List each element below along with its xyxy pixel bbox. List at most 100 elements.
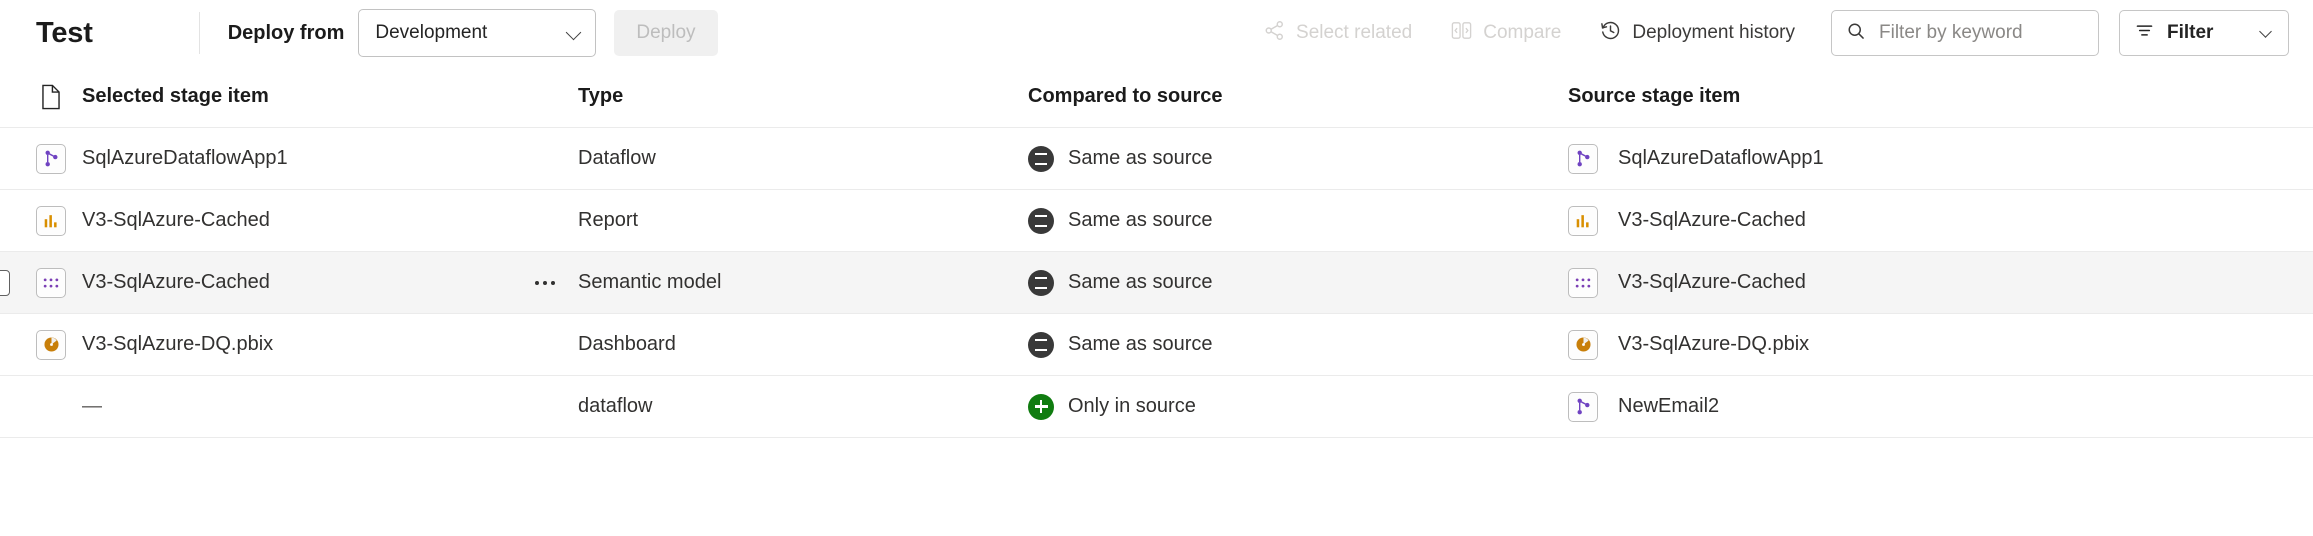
row-item-name: — xyxy=(82,395,510,418)
row-item-icon-cell xyxy=(20,144,82,174)
row-item-icon-cell xyxy=(20,268,82,298)
row-source-name: NewEmail2 xyxy=(1618,395,1719,418)
row-source-cell: NewEmail2 xyxy=(1568,392,2313,422)
row-select-checkbox[interactable] xyxy=(0,270,10,296)
search-box[interactable] xyxy=(1831,10,2099,56)
stage-select-value: Development xyxy=(375,22,566,44)
search-input[interactable] xyxy=(1877,21,2084,45)
table-row[interactable]: —dataflowOnly in sourceNewEmail2 xyxy=(0,376,2313,438)
column-header-name: Selected stage item xyxy=(82,85,269,108)
deployment-history-button[interactable]: Deployment history xyxy=(1587,11,1807,55)
row-item-name: V3-SqlAzure-Cached xyxy=(82,209,510,232)
table-row[interactable]: V3-SqlAzure-DQ.pbix Dashboard Same as sour… xyxy=(0,314,2313,376)
row-item-name: V3-SqlAzure-DQ.pbix xyxy=(82,333,510,356)
row-name-cell: V3-SqlAzure-Cached xyxy=(82,266,578,300)
history-clock-icon xyxy=(1599,19,1622,48)
row-checkbox-cell xyxy=(0,394,20,420)
table-row[interactable]: SqlAzureDataflowApp1 Dataflow Same as sour… xyxy=(0,128,2313,190)
status-equal-icon xyxy=(1028,270,1054,296)
status-add-icon xyxy=(1028,394,1054,420)
dataflow-icon xyxy=(1568,392,1598,422)
row-type-cell: dataflow xyxy=(578,395,1028,418)
row-checkbox-cell xyxy=(0,332,20,358)
select-related-button[interactable]: Select related xyxy=(1251,11,1424,55)
row-status-cell: Same as source xyxy=(1028,270,1568,296)
filter-button[interactable]: Filter xyxy=(2119,10,2289,56)
row-source-cell: V3-SqlAzure-Cached xyxy=(1568,206,2313,236)
chevron-down-icon xyxy=(2259,26,2274,41)
header-type-cell[interactable]: Type xyxy=(578,85,1028,108)
semantic-model-icon xyxy=(36,268,66,298)
row-checkbox-cell xyxy=(0,146,20,172)
report-icon xyxy=(1568,206,1598,236)
deployment-history-label: Deployment history xyxy=(1632,22,1795,44)
row-source-cell: SqlAzureDataflowApp1 xyxy=(1568,144,2313,174)
header-source-cell[interactable]: Source stage item xyxy=(1568,85,2313,108)
status-equal-icon xyxy=(1028,146,1054,172)
filter-label: Filter xyxy=(2167,22,2213,44)
row-status-cell: Same as source xyxy=(1028,332,1568,358)
row-name-cell: SqlAzureDataflowApp1 xyxy=(82,142,578,176)
row-item-type: Dataflow xyxy=(578,147,656,169)
compare-icon xyxy=(1450,19,1473,48)
row-type-cell: Dashboard xyxy=(578,333,1028,356)
row-type-cell: Report xyxy=(578,209,1028,232)
row-item-type: Semantic model xyxy=(578,271,721,293)
status-badge-label: Same as source xyxy=(1068,209,1213,232)
table-row[interactable]: V3-SqlAzure-Cached Report Same as source V3… xyxy=(0,190,2313,252)
header-name-cell[interactable]: Selected stage item xyxy=(82,85,578,108)
row-source-cell: V3-SqlAzure-Cached xyxy=(1568,268,2313,298)
row-item-icon-cell xyxy=(20,330,82,360)
row-name-cell: V3-SqlAzure-Cached xyxy=(82,204,578,238)
row-item-icon-cell xyxy=(20,206,82,236)
header-status-cell[interactable]: Compared to source xyxy=(1028,85,1568,108)
chevron-down-icon xyxy=(566,25,583,42)
status-equal-icon xyxy=(1028,208,1054,234)
table-row[interactable]: V3-SqlAzure-Cached Semantic model Same as … xyxy=(0,252,2313,314)
table-header-row: Selected stage item Type Compared to sou… xyxy=(0,66,2313,128)
row-item-name: V3-SqlAzure-Cached xyxy=(82,271,510,294)
dataflow-icon xyxy=(1568,144,1598,174)
toolbar-divider xyxy=(199,12,200,54)
row-source-name: SqlAzureDataflowApp1 xyxy=(1618,147,1824,170)
row-type-cell: Semantic model xyxy=(578,271,1028,294)
status-badge-label: Same as source xyxy=(1068,147,1213,170)
column-header-source: Source stage item xyxy=(1568,85,1740,108)
row-item-type: Report xyxy=(578,209,638,231)
status-equal-icon xyxy=(1028,332,1054,358)
search-icon xyxy=(1846,21,1866,46)
semantic-model-icon xyxy=(1568,268,1598,298)
row-item-name: SqlAzureDataflowApp1 xyxy=(82,147,510,170)
row-checkbox-cell xyxy=(0,208,20,234)
report-icon xyxy=(36,206,66,236)
row-more-actions-button[interactable] xyxy=(528,266,562,300)
header-icon-cell xyxy=(20,84,82,110)
row-status-cell: Same as source xyxy=(1028,208,1568,234)
row-type-cell: Dataflow xyxy=(578,147,1028,170)
filter-lines-icon xyxy=(2134,20,2155,46)
row-name-cell: — xyxy=(82,390,578,424)
dataflow-icon xyxy=(36,144,66,174)
select-related-label: Select related xyxy=(1296,22,1412,44)
row-source-name: V3-SqlAzure-Cached xyxy=(1618,271,1806,294)
row-source-name: V3-SqlAzure-Cached xyxy=(1618,209,1806,232)
column-header-status: Compared to source xyxy=(1028,85,1222,108)
page-title: Test xyxy=(36,17,93,50)
row-source-cell: V3-SqlAzure-DQ.pbix xyxy=(1568,330,2313,360)
status-badge-label: Same as source xyxy=(1068,333,1213,356)
document-icon xyxy=(40,84,62,110)
status-badge-label: Same as source xyxy=(1068,271,1213,294)
row-checkbox-cell xyxy=(0,270,20,296)
stage-select[interactable]: Development xyxy=(358,9,596,57)
deploy-button[interactable]: Deploy xyxy=(614,10,717,56)
row-item-type: dataflow xyxy=(578,395,653,417)
column-header-type: Type xyxy=(578,85,623,107)
dashboard-icon xyxy=(1568,330,1598,360)
table-body: SqlAzureDataflowApp1 Dataflow Same as sour… xyxy=(0,128,2313,438)
compare-button[interactable]: Compare xyxy=(1438,11,1573,55)
deployment-items-table: Selected stage item Type Compared to sou… xyxy=(0,66,2313,438)
share-nodes-icon xyxy=(1263,19,1286,48)
top-toolbar: Test Deploy from Development Deploy Sele… xyxy=(0,0,2313,66)
dashboard-icon xyxy=(36,330,66,360)
header-checkbox-cell xyxy=(0,84,20,110)
